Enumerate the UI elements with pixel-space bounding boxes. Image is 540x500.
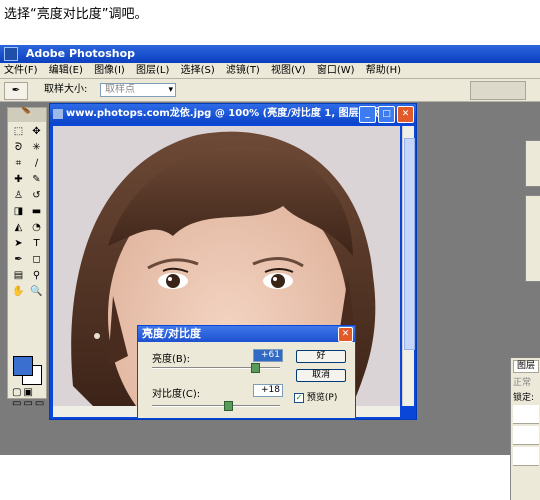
document-title-bar: www.photops.com龙依.jpg @ 100% (亮度/对比度 1, …	[50, 104, 416, 124]
eraser-tool-icon[interactable]: ◨	[11, 205, 26, 219]
gradient-tool-icon[interactable]: ▬	[29, 205, 44, 219]
zoom-tool-icon[interactable]: 🔍	[29, 285, 44, 299]
eyedropper-tool-icon[interactable]: ⚲	[29, 269, 44, 283]
brightness-input[interactable]: +61	[253, 349, 283, 362]
lock-label: 锁定:	[513, 393, 535, 403]
sample-size-label: 取样大小:	[44, 84, 88, 95]
blend-mode[interactable]: 正常	[513, 375, 539, 388]
brush-tool-icon[interactable]: ✎	[29, 173, 44, 187]
menu-select[interactable]: 选择(S)	[177, 63, 219, 78]
lasso-tool-icon[interactable]: ᘐ	[11, 141, 26, 155]
layer-row[interactable]	[513, 426, 539, 445]
healing-brush-tool-icon[interactable]: ✚	[11, 173, 26, 187]
color-panel-edge	[525, 195, 540, 282]
eyedropper-icon: ✒	[11, 85, 21, 96]
menu-image[interactable]: 图像(I)	[90, 63, 129, 78]
menu-file[interactable]: 文件(F)	[0, 63, 42, 78]
checkbox-check-icon: ✓	[294, 392, 304, 403]
dialog-close-button[interactable]: ✕	[338, 327, 353, 342]
dialog-title-bar: 亮度/对比度 ✕	[138, 326, 355, 342]
contrast-slider-handle[interactable]	[223, 401, 233, 411]
minimize-button[interactable]: _	[359, 106, 376, 123]
eyedropper-tool-preset[interactable]: ✒	[4, 82, 28, 100]
slice-tool-icon[interactable]: ∕	[29, 157, 44, 171]
palette-well	[470, 81, 526, 100]
type-tool-icon[interactable]: T	[29, 237, 44, 251]
marquee-tool-icon[interactable]: ⬚	[11, 125, 26, 139]
cancel-button[interactable]: 取消	[296, 369, 346, 382]
brightness-slider-track[interactable]	[152, 367, 280, 369]
contrast-slider-track[interactable]	[152, 405, 280, 407]
pen-tool-icon[interactable]: ✒	[11, 253, 26, 267]
brightness-slider-handle[interactable]	[251, 363, 261, 373]
screen-modes[interactable]: ▢▣ ▭▭▭	[12, 387, 46, 409]
menu-edit[interactable]: 编辑(E)	[45, 63, 87, 78]
toolbox: 🪶 ⬚ ✥ ᘐ ✳ ⌗ ∕ ✚ ✎ ♙ ↺ ◨ ▬ ◭ ◔ ➤ T ✒ ◻ ▤ …	[7, 107, 47, 409]
menu-window[interactable]: 窗口(W)	[313, 63, 359, 78]
menu-layer[interactable]: 图层(L)	[132, 63, 173, 78]
menu-bar: 文件(F) 编辑(E) 图像(I) 图层(L) 选择(S) 滤镜(T) 视图(V…	[0, 63, 540, 79]
window-buttons: _ □ ✕	[359, 106, 414, 123]
document-title: www.photops.com龙依.jpg @ 100% (亮度/对比度 1, …	[66, 108, 394, 119]
app-title: Adobe Photoshop	[25, 47, 136, 60]
crop-tool-icon[interactable]: ⌗	[11, 157, 26, 171]
layer-row[interactable]	[513, 447, 539, 466]
navigator-panel-edge	[525, 140, 540, 187]
scroll-thumb[interactable]	[404, 138, 415, 350]
page-caption: 选择“亮度对比度”调吧。	[4, 7, 148, 22]
maximize-button[interactable]: □	[378, 106, 395, 123]
dodge-tool-icon[interactable]: ◔	[29, 221, 44, 235]
path-select-tool-icon[interactable]: ➤	[11, 237, 26, 251]
hand-tool-icon[interactable]: ✋	[11, 285, 26, 299]
stamp-tool-icon[interactable]: ♙	[11, 189, 26, 203]
move-tool-icon[interactable]: ✥	[29, 125, 44, 139]
photoshop-logo-icon	[4, 47, 18, 61]
feather-icon: 🪶	[8, 108, 46, 122]
layer-row[interactable]	[513, 405, 539, 424]
app-title-bar: Adobe Photoshop	[0, 45, 540, 63]
contrast-input[interactable]: +18	[253, 384, 283, 397]
dialog-title: 亮度/对比度	[142, 327, 202, 340]
brightness-contrast-dialog: 亮度/对比度 ✕ 亮度(B): +61 对比度(C): +18 好 取消 ✓ 预…	[137, 325, 356, 419]
preview-checkbox[interactable]: ✓ 预览(P)	[294, 390, 337, 403]
shape-tool-icon[interactable]: ◻	[29, 253, 44, 267]
layers-panel: 图层 正常 锁定:	[510, 358, 540, 500]
contrast-label: 对比度(C):	[152, 389, 201, 400]
blur-tool-icon[interactable]: ◭	[11, 221, 26, 235]
vertical-scrollbar[interactable]	[402, 126, 415, 406]
notes-tool-icon[interactable]: ▤	[11, 269, 26, 283]
foreground-color-swatch[interactable]	[13, 356, 33, 376]
menu-help[interactable]: 帮助(H)	[362, 63, 405, 78]
history-brush-tool-icon[interactable]: ↺	[29, 189, 44, 203]
ok-button[interactable]: 好	[296, 350, 346, 363]
options-bar: ✒ 取样大小: 取样点	[0, 79, 540, 102]
brightness-label: 亮度(B):	[152, 354, 191, 365]
document-icon	[53, 109, 63, 119]
sample-size-select[interactable]: 取样点	[100, 83, 176, 97]
magic-wand-tool-icon[interactable]: ✳	[29, 141, 44, 155]
preview-label: 预览(P)	[306, 393, 338, 403]
close-button[interactable]: ✕	[397, 106, 414, 123]
menu-filter[interactable]: 滤镜(T)	[222, 63, 264, 78]
menu-view[interactable]: 视图(V)	[267, 63, 310, 78]
layers-tab[interactable]: 图层	[513, 360, 539, 373]
